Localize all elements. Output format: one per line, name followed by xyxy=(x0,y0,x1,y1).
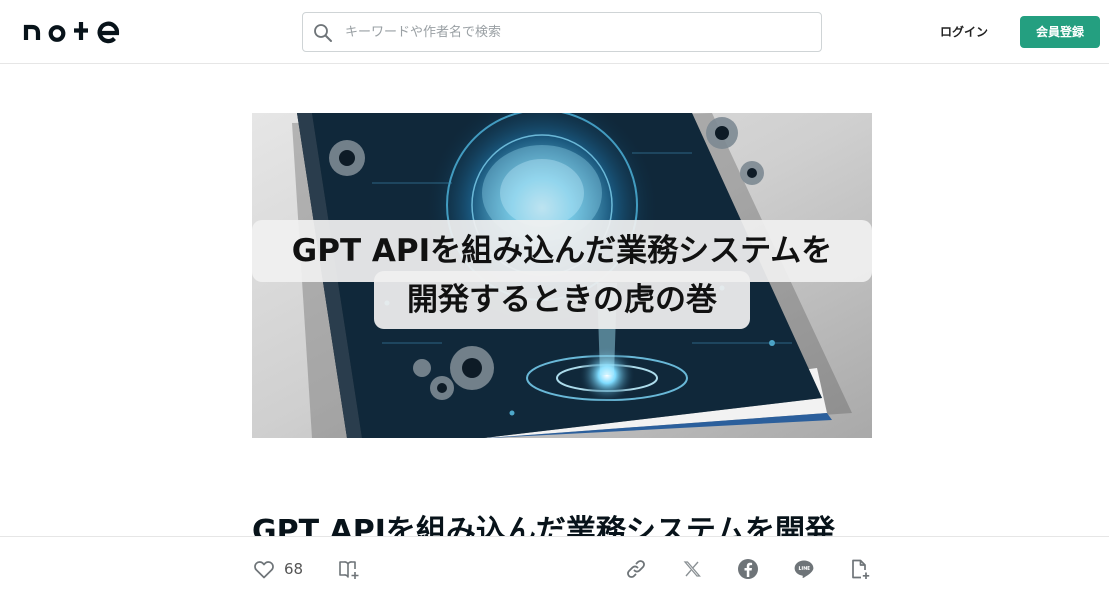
note-logo-mark xyxy=(23,21,120,44)
like-count: 68 xyxy=(284,560,304,578)
note-logo[interactable] xyxy=(22,16,124,46)
article-eyecatch-image: GPT APIを組み込んだ業務システムを 開発するときの虎の巻 xyxy=(252,113,872,438)
like-button[interactable] xyxy=(252,557,276,581)
signup-button[interactable]: 会員登録 xyxy=(1020,16,1100,48)
link-icon xyxy=(627,560,645,578)
site-header: ログイン 会員登録 xyxy=(0,0,1109,64)
document-add-icon xyxy=(852,559,870,579)
embed-button[interactable] xyxy=(848,557,872,581)
search-icon xyxy=(314,24,332,42)
line-icon xyxy=(794,560,814,578)
eyecatch-title-line-2: 開発するときの虎の巻 xyxy=(374,271,750,329)
copy-link-button[interactable] xyxy=(624,557,648,581)
magazine-add-icon xyxy=(339,561,359,579)
facebook-icon xyxy=(738,559,758,579)
share-line-button[interactable] xyxy=(792,557,816,581)
search-box[interactable] xyxy=(302,12,822,52)
search-input[interactable] xyxy=(343,13,813,51)
x-logo-icon xyxy=(683,561,701,577)
add-to-magazine-button[interactable] xyxy=(337,557,361,581)
heart-icon xyxy=(254,561,274,579)
login-button[interactable]: ログイン xyxy=(930,16,998,48)
share-facebook-button[interactable] xyxy=(736,557,760,581)
share-x-button[interactable] xyxy=(680,557,704,581)
article-action-bar: 68 xyxy=(0,536,1109,600)
